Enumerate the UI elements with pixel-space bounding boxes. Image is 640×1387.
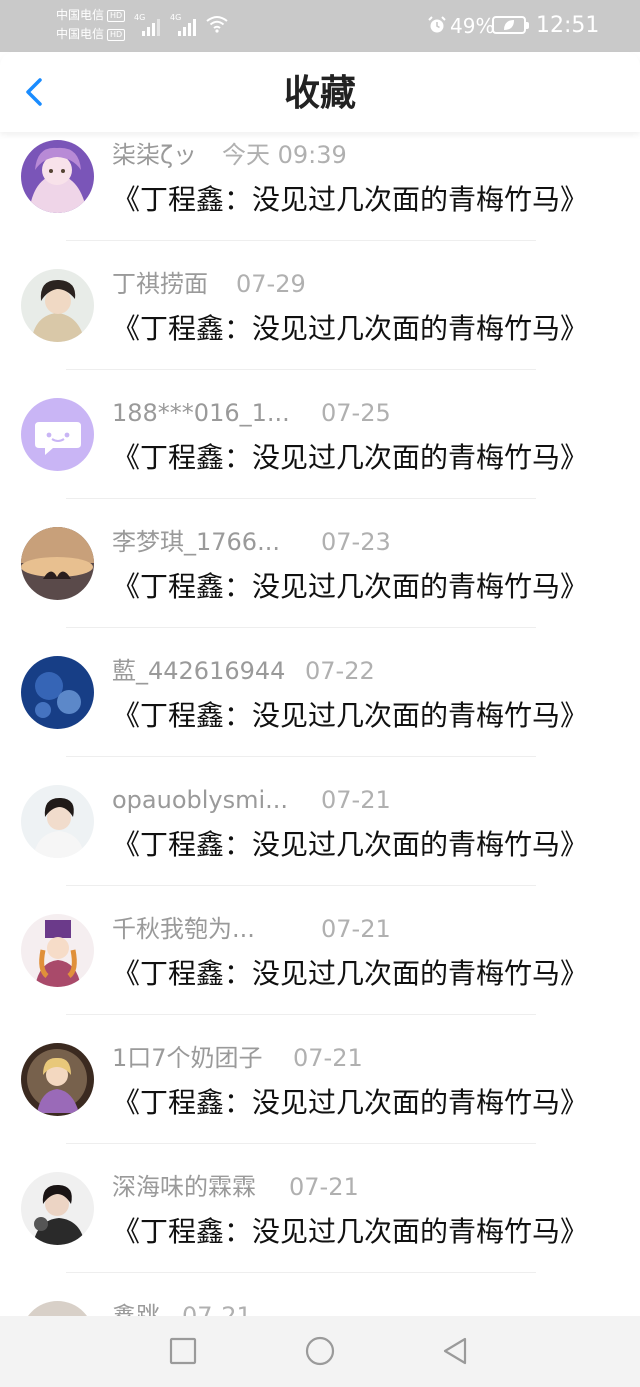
- item-content: 《丁程鑫：没见过几次面的青梅竹马》: [112, 699, 589, 732]
- leaf-icon: [504, 20, 514, 30]
- avatar[interactable]: [21, 785, 94, 858]
- carrier-2-label: 中国电信: [56, 27, 105, 41]
- item-username: 藍_442616944: [112, 657, 286, 685]
- item-content: 《丁程鑫：没见过几次面的青梅竹马》: [112, 828, 589, 861]
- hd-badge-2: HD: [107, 29, 126, 41]
- divider: [66, 498, 536, 499]
- item-date: 07-21: [321, 786, 391, 814]
- divider: [66, 240, 536, 241]
- avatar[interactable]: [21, 656, 94, 729]
- item-content: 《丁程鑫：没见过几次面的青梅竹马》: [112, 441, 589, 474]
- item-date: 07-21: [289, 1173, 359, 1201]
- item-username: 李梦琪_1766...: [112, 528, 280, 556]
- avatar[interactable]: [21, 1301, 94, 1316]
- navigation-bar: [0, 1316, 640, 1387]
- status-bar: 中国电信 HD 中国电信 HD 4G 4G 49% 12:51: [0, 0, 640, 52]
- item-username: 千秋我匏为...: [112, 915, 255, 943]
- divider: [66, 756, 536, 757]
- item-date: 07-21: [182, 1302, 252, 1316]
- list-item[interactable]: 柒柒ζッ 今天 09:39 《丁程鑫：没见过几次面的青梅竹马》: [0, 132, 640, 261]
- item-username: 丁祺捞面: [112, 270, 208, 298]
- header: 收藏: [0, 52, 640, 132]
- signal-bars-2-icon: [178, 18, 198, 36]
- item-date: 07-25: [321, 399, 391, 427]
- square-icon: [169, 1337, 197, 1365]
- favorites-list[interactable]: 柒柒ζッ 今天 09:39 《丁程鑫：没见过几次面的青梅竹马》 丁祺捞面 07-…: [0, 132, 640, 1316]
- divider: [66, 1143, 536, 1144]
- item-date: 07-23: [321, 528, 391, 556]
- carrier-2: 中国电信 HD: [56, 27, 126, 41]
- triangle-back-icon: [443, 1337, 467, 1365]
- item-username: opauoblysmi...: [112, 786, 289, 814]
- item-content: 《丁程鑫：没见过几次面的青梅竹马》: [112, 570, 589, 603]
- recent-apps-button[interactable]: [168, 1336, 198, 1366]
- circle-icon: [305, 1336, 335, 1366]
- item-date: 07-29: [236, 270, 306, 298]
- avatar[interactable]: [21, 1172, 94, 1245]
- item-content: 《丁程鑫：没见过几次面的青梅竹马》: [112, 183, 589, 216]
- avatar[interactable]: [21, 398, 94, 471]
- home-button[interactable]: [305, 1336, 335, 1366]
- item-date: 07-21: [321, 915, 391, 943]
- divider: [66, 1272, 536, 1273]
- item-content: 《丁程鑫：没见过几次面的青梅竹马》: [112, 1215, 589, 1248]
- item-content: 《丁程鑫：没见过几次面的青梅竹马》: [112, 957, 589, 990]
- carrier-1: 中国电信 HD: [56, 8, 126, 22]
- back-nav-button[interactable]: [440, 1336, 470, 1366]
- list-item[interactable]: 深海味的霖霖 07-21 《丁程鑫：没见过几次面的青梅竹马》: [0, 1164, 640, 1293]
- avatar[interactable]: [21, 914, 94, 987]
- avatar[interactable]: [21, 1043, 94, 1116]
- list-item[interactable]: 藍_442616944 07-22 《丁程鑫：没见过几次面的青梅竹马》: [0, 648, 640, 777]
- list-item[interactable]: 丁祺捞面 07-29 《丁程鑫：没见过几次面的青梅竹马》: [0, 261, 640, 390]
- item-username: 鑫跳: [112, 1302, 160, 1316]
- divider: [66, 627, 536, 628]
- battery-icon: [492, 16, 529, 34]
- divider: [66, 369, 536, 370]
- alarm-clock-icon: [428, 16, 446, 33]
- item-content: 《丁程鑫：没见过几次面的青梅竹马》: [112, 312, 589, 345]
- carrier-1-label: 中国电信: [56, 8, 105, 22]
- list-item[interactable]: 千秋我匏为... 07-21 《丁程鑫：没见过几次面的青梅竹马》: [0, 906, 640, 1035]
- list-item[interactable]: 188***016_1... 07-25 《丁程鑫：没见过几次面的青梅竹马》: [0, 390, 640, 519]
- list-item[interactable]: opauoblysmi... 07-21 《丁程鑫：没见过几次面的青梅竹马》: [0, 777, 640, 906]
- divider: [66, 885, 536, 886]
- list-item[interactable]: 1口7个奶团子 07-21 《丁程鑫：没见过几次面的青梅竹马》: [0, 1035, 640, 1164]
- list-item[interactable]: 李梦琪_1766... 07-23 《丁程鑫：没见过几次面的青梅竹马》: [0, 519, 640, 648]
- clock: 12:51: [536, 13, 600, 38]
- signal-bars-1-icon: [142, 18, 162, 36]
- page-title: 收藏: [283, 73, 356, 114]
- item-date: 07-22: [305, 657, 375, 685]
- avatar[interactable]: [21, 269, 94, 342]
- avatar[interactable]: [21, 140, 94, 213]
- item-username: 1口7个奶团子: [112, 1044, 263, 1072]
- list-item[interactable]: 鑫跳 07-21: [0, 1293, 640, 1316]
- divider: [66, 1014, 536, 1015]
- battery-percent: 49%: [450, 14, 495, 38]
- item-date: 今天 09:39: [222, 141, 347, 169]
- item-username: 柒柒ζッ: [112, 141, 198, 169]
- item-username: 深海味的霖霖: [112, 1173, 256, 1201]
- wifi-icon: [206, 16, 228, 33]
- item-content: 《丁程鑫：没见过几次面的青梅竹马》: [112, 1086, 589, 1119]
- avatar[interactable]: [21, 527, 94, 600]
- hd-badge-1: HD: [107, 10, 126, 22]
- item-date: 07-21: [293, 1044, 363, 1072]
- item-username: 188***016_1...: [112, 399, 290, 427]
